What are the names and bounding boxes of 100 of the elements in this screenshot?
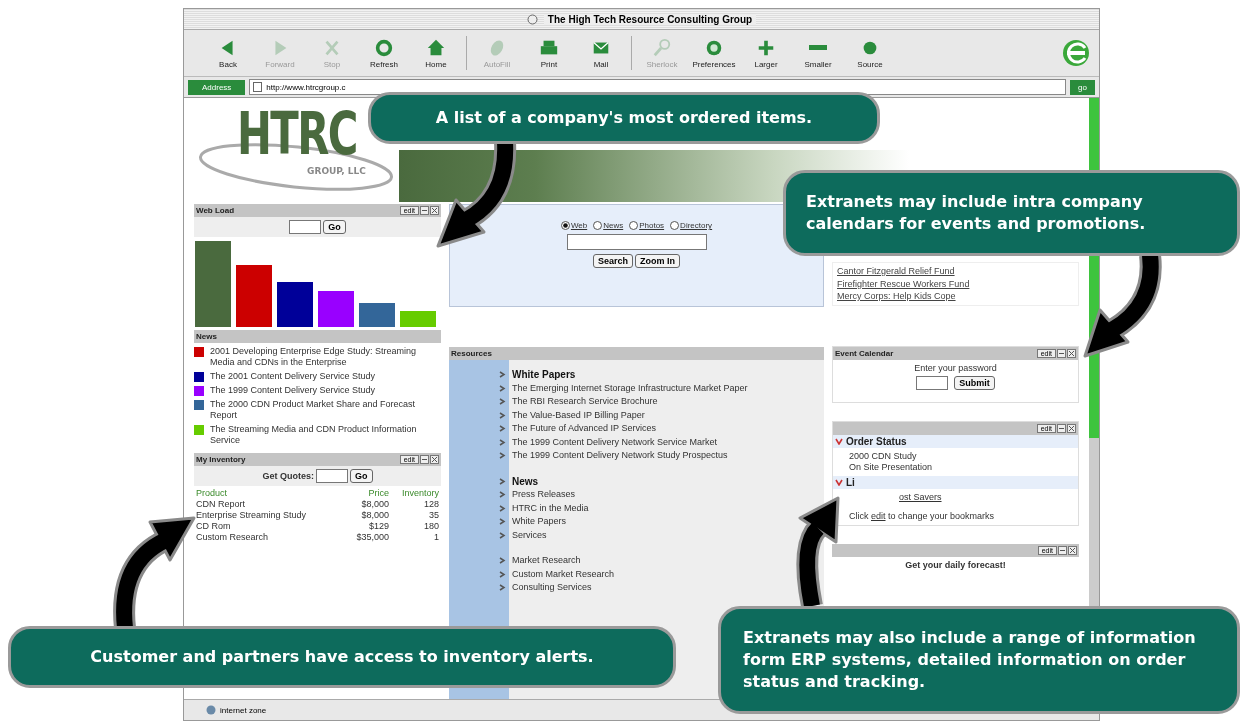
toolbar-button[interactable]: Larger xyxy=(740,35,792,71)
quotes-label: Get Quotes: xyxy=(262,471,314,481)
news-link[interactable]: 2001 Developing Enterprise Edge Study: Streaming Media and CDNs in the Enterprise xyxy=(210,346,430,368)
minimize-icon[interactable] xyxy=(1057,423,1066,433)
news-link[interactable]: The 2001 Content Delivery Service Study xyxy=(210,371,430,382)
window-title: The High Tech Resource Consulting Group xyxy=(543,13,757,25)
resource-link[interactable]: White Papers xyxy=(512,515,567,529)
toolbar-button[interactable]: Home xyxy=(410,35,462,71)
resource-link[interactable]: HTRC in the Media xyxy=(512,501,589,515)
minimize-icon[interactable] xyxy=(1057,348,1066,358)
section-heading: White Papers xyxy=(512,368,576,382)
home-icon xyxy=(426,37,446,58)
callout-tooltip: Extranets may also include a range of information form ERP systems, detailed information on order status and tracking. xyxy=(718,606,1240,714)
password-prompt: Enter your password xyxy=(914,362,997,373)
minimize-icon[interactable] xyxy=(1058,545,1067,555)
section-title[interactable]: Li xyxy=(846,476,855,488)
table-cell-text: CDN Report xyxy=(196,499,246,510)
panel-title: News xyxy=(196,332,217,341)
panel-title: Web Load xyxy=(196,206,235,215)
toolbar-button[interactable]: Refresh xyxy=(358,35,410,71)
edit-link[interactable]: edit xyxy=(871,510,886,521)
order-item: On Site Presentation xyxy=(849,461,933,473)
radio-button[interactable] xyxy=(593,221,603,230)
link[interactable]: Mercy Corps: Help Kids Cope xyxy=(837,290,1074,303)
search-field[interactable] xyxy=(566,234,707,250)
minimize-icon[interactable] xyxy=(420,206,429,215)
resource-link[interactable]: The 1999 Content Delivery Network Study Prospectus xyxy=(512,449,728,463)
link[interactable]: Cantor Fitzgerald Relief Fund xyxy=(837,265,1074,278)
panel-title: Event Calendar xyxy=(835,348,894,358)
toolbar-button[interactable]: Back xyxy=(202,35,254,71)
link[interactable]: Firefighter Rescue Workers Fund xyxy=(837,277,1074,290)
column-header: Product xyxy=(196,488,229,499)
column-header: Inventory xyxy=(400,488,439,499)
close-icon[interactable] xyxy=(1067,348,1076,358)
go-button[interactable]: go xyxy=(1070,79,1095,95)
resource-link[interactable]: The Emerging Internet Storage Infrastructure Market Paper xyxy=(512,381,748,395)
resource-link[interactable]: Custom Market Research xyxy=(512,567,615,581)
go-button[interactable]: Go xyxy=(350,469,373,483)
input-field[interactable] xyxy=(316,469,348,483)
bookmark-link[interactable]: ost Savers xyxy=(899,491,942,503)
section-heading: News xyxy=(512,474,539,488)
news-link[interactable]: The 1999 Content Delivery Service Study xyxy=(210,385,430,396)
table-cell-text: $8,000 xyxy=(360,499,389,510)
toolbar-button[interactable]: Mail xyxy=(575,35,627,71)
submit-button[interactable]: Submit xyxy=(954,375,995,390)
option-label[interactable]: News xyxy=(603,221,624,230)
status-text: internet zone xyxy=(220,705,267,715)
resource-link[interactable]: Press Releases xyxy=(512,488,576,502)
close-icon[interactable] xyxy=(1067,423,1076,433)
table-cell-text: 180 xyxy=(422,521,439,532)
option-label[interactable]: Web xyxy=(570,221,588,230)
table-cell-text: 1 xyxy=(433,532,439,543)
toolbar-button[interactable]: Preferences xyxy=(688,35,740,71)
go-button[interactable]: Go xyxy=(323,220,346,234)
column-header: Price xyxy=(367,488,389,499)
radio-button[interactable] xyxy=(629,221,639,230)
page-icon xyxy=(253,82,263,92)
resource-link[interactable]: The Value-Based IP Billing Paper xyxy=(512,408,645,422)
chart-bar xyxy=(318,291,354,327)
chart-bar xyxy=(359,303,395,327)
resource-link[interactable]: Services xyxy=(512,528,547,542)
toolbar-button[interactable]: Print xyxy=(523,35,575,71)
panel-title: Resources xyxy=(451,349,492,358)
radio-button[interactable] xyxy=(560,221,570,230)
minimize-icon[interactable] xyxy=(420,455,429,464)
table-cell-text: $8,000 xyxy=(360,510,389,521)
resource-link[interactable]: The 1999 Content Delivery Network Service Market xyxy=(512,435,718,449)
toolbar-button[interactable]: Smaller xyxy=(792,35,844,71)
address-field[interactable]: http://www.htrcgroup.c xyxy=(249,79,1067,95)
option-label[interactable]: Directory xyxy=(680,221,713,230)
resource-link[interactable]: The Future of Advanced IP Services xyxy=(512,422,656,436)
order-item: 2000 CDN Study xyxy=(849,450,917,462)
table-cell-text: 128 xyxy=(422,499,439,510)
resource-link[interactable]: The RBI Research Service Brochure xyxy=(512,395,658,409)
caret-icon[interactable] xyxy=(835,478,843,486)
radio-button[interactable] xyxy=(670,221,680,230)
panel-title: My Inventory xyxy=(196,455,246,464)
password-field[interactable] xyxy=(916,375,949,390)
news-link[interactable]: The Streaming Media and CDN Product Information Service xyxy=(210,424,430,446)
chart-bar xyxy=(277,282,313,327)
search-button[interactable]: Search xyxy=(593,254,633,268)
callout-tooltip: Extranets may include intra company calendars for events and promotions. xyxy=(783,170,1240,256)
table-cell-text: $35,000 xyxy=(355,532,389,543)
close-icon[interactable] xyxy=(430,206,439,215)
toolbar-button[interactable]: Source xyxy=(844,35,896,71)
option-label[interactable]: Photos xyxy=(639,221,665,230)
caret-icon[interactable] xyxy=(835,437,843,445)
forecast-heading: Get your daily forecast! xyxy=(904,558,1007,572)
resource-link[interactable]: Consulting Services xyxy=(512,581,592,595)
resource-link[interactable]: Market Research xyxy=(512,554,581,568)
chart-bar xyxy=(236,265,272,327)
search-button[interactable]: Zoom In xyxy=(635,254,680,268)
news-link[interactable]: The 2000 CDN Product Market Share and Forecast Report xyxy=(210,399,430,421)
browser-logo-icon xyxy=(1061,38,1091,68)
close-icon[interactable] xyxy=(430,455,439,464)
table-cell-text: 35 xyxy=(428,510,439,521)
callout-tooltip: Customer and partners have access to inventory alerts. xyxy=(8,626,676,688)
input-field[interactable] xyxy=(289,220,322,234)
table-cell-text: Custom Research xyxy=(196,532,270,543)
close-icon[interactable] xyxy=(1068,545,1077,555)
